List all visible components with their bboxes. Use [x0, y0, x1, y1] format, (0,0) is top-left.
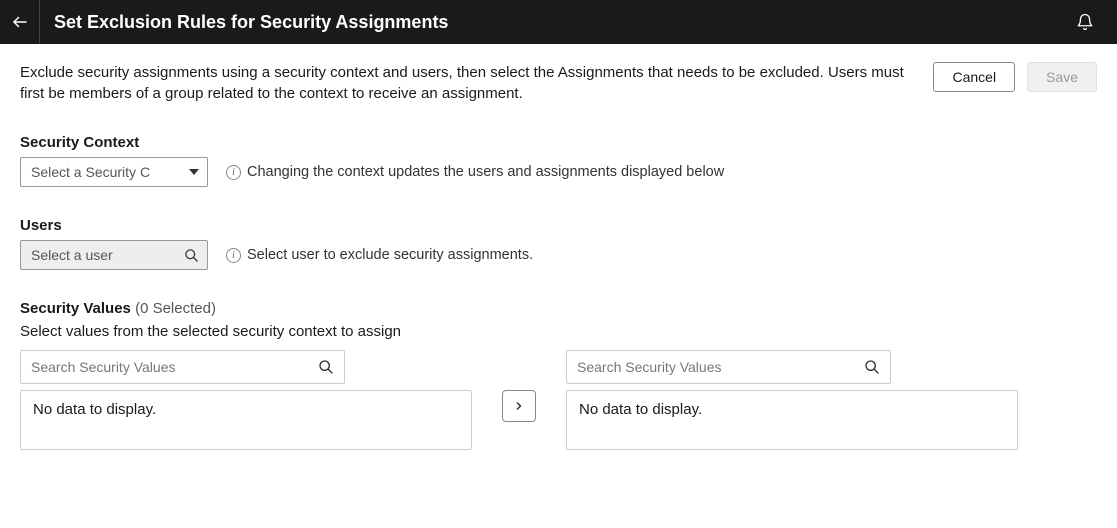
chevron-down-icon [189, 167, 199, 177]
dual-list: No data to display. No data to display. [20, 350, 1097, 450]
selected-search-input[interactable] [577, 359, 864, 375]
security-context-label: Security Context [20, 134, 1097, 151]
available-search-input[interactable] [31, 359, 318, 375]
search-icon [318, 359, 334, 375]
security-context-hint: i Changing the context updates the users… [226, 164, 724, 180]
users-hint: i Select user to exclude security assign… [226, 247, 533, 263]
security-values-label: Security Values (0 Selected) [20, 300, 1097, 317]
search-icon [864, 359, 880, 375]
info-icon: i [226, 165, 241, 180]
security-values-section: Security Values (0 Selected) Select valu… [20, 300, 1097, 450]
users-hint-text: Select user to exclude security assignme… [247, 247, 533, 263]
security-context-select[interactable]: Select a Security C [20, 157, 208, 187]
selected-empty-text: No data to display. [579, 401, 702, 418]
page-title: Set Exclusion Rules for Security Assignm… [40, 12, 1073, 33]
page-header: Set Exclusion Rules for Security Assignm… [0, 0, 1117, 44]
available-list: No data to display. [20, 390, 472, 450]
cancel-button[interactable]: Cancel [933, 62, 1015, 92]
bell-icon [1076, 13, 1094, 31]
users-label: Users [20, 217, 1097, 234]
info-icon: i [226, 248, 241, 263]
users-select-text: Select a user [31, 247, 184, 263]
arrow-left-icon [11, 13, 29, 31]
selected-list: No data to display. [566, 390, 1018, 450]
selected-panel: No data to display. [566, 350, 1018, 450]
back-button[interactable] [0, 0, 40, 44]
security-values-label-text: Security Values [20, 300, 131, 317]
available-panel: No data to display. [20, 350, 472, 450]
security-values-count: (0 Selected) [135, 300, 216, 317]
security-context-hint-text: Changing the context updates the users a… [247, 164, 724, 180]
notifications-button[interactable] [1073, 10, 1097, 34]
page-description: Exclude security assignments using a sec… [20, 62, 933, 104]
intro-row: Exclude security assignments using a sec… [20, 62, 1097, 104]
users-select[interactable]: Select a user [20, 240, 208, 270]
page-content: Exclude security assignments using a sec… [0, 44, 1117, 450]
available-empty-text: No data to display. [33, 401, 156, 418]
users-section: Users Select a user i Select user to exc… [20, 217, 1097, 270]
selected-search[interactable] [566, 350, 891, 384]
security-context-row: Select a Security C i Changing the conte… [20, 157, 1097, 187]
security-values-sub: Select values from the selected security… [20, 323, 1097, 340]
security-context-section: Security Context Select a Security C i C… [20, 134, 1097, 187]
save-button[interactable]: Save [1027, 62, 1097, 92]
action-buttons: Cancel Save [933, 62, 1097, 92]
move-right-button[interactable] [502, 390, 536, 422]
transfer-controls [502, 350, 536, 422]
search-icon [184, 248, 199, 263]
security-context-select-text: Select a Security C [31, 164, 189, 180]
chevron-right-icon [513, 399, 525, 413]
available-search[interactable] [20, 350, 345, 384]
users-row: Select a user i Select user to exclude s… [20, 240, 1097, 270]
